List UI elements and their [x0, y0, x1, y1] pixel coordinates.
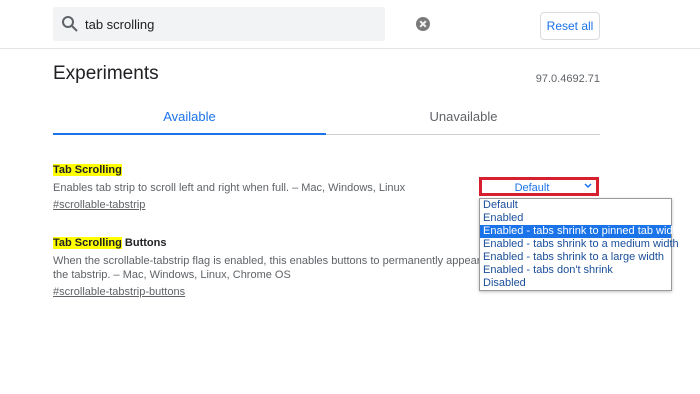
experiment-description: Enables tab strip to scroll left and rig…	[53, 182, 406, 194]
experiment-select[interactable]: Default	[479, 177, 599, 196]
tab-available[interactable]: Available	[53, 109, 326, 124]
active-tab-indicator	[53, 133, 326, 135]
experiment-description-line2: the tabstrip. – Mac, Windows, Linux, Chr…	[53, 269, 291, 281]
reset-all-button[interactable]: Reset all	[540, 12, 600, 40]
experiment-title: Tab Scrolling Buttons	[53, 237, 166, 249]
dropdown-option[interactable]: Enabled	[480, 212, 671, 225]
experiment-link[interactable]: #scrollable-tabstrip	[53, 199, 145, 211]
page-title: Experiments	[53, 63, 159, 84]
search-icon	[62, 16, 78, 32]
experiment-link[interactable]: #scrollable-tabstrip-buttons	[53, 286, 185, 298]
search-bar[interactable]	[53, 7, 430, 41]
flags-page: Reset all Experiments 97.0.4692.71 Avail…	[0, 0, 700, 394]
top-bar: Reset all	[0, 0, 700, 49]
version-label: 97.0.4692.71	[535, 73, 600, 85]
tab-unavailable[interactable]: Unavailable	[327, 109, 600, 124]
dropdown-option[interactable]: Enabled - tabs shrink to a large width	[480, 251, 671, 264]
select-value: Default	[514, 182, 550, 194]
search-highlight: Tab Scrolling	[53, 164, 122, 176]
experiment-title: Tab Scrolling	[53, 164, 122, 176]
dropdown-option[interactable]: Enabled - tabs don't shrink	[480, 264, 671, 277]
dropdown-option[interactable]: Default	[480, 199, 671, 212]
dropdown-option[interactable]: Disabled	[480, 277, 671, 290]
dropdown-option-highlighted[interactable]: Enabled - tabs shrink to pinned tab widt…	[480, 225, 682, 238]
search-input[interactable]	[85, 13, 375, 35]
select-dropdown: Default Enabled Enabled - tabs shrink to…	[479, 198, 682, 291]
chevron-down-icon	[584, 183, 592, 189]
clear-icon[interactable]	[416, 17, 430, 31]
search-highlight: Tab Scrolling	[53, 237, 122, 249]
experiment-description-line1: When the scrollable-tabstrip flag is ena…	[53, 255, 496, 267]
dropdown-option[interactable]: Enabled - tabs shrink to a medium width	[480, 238, 679, 251]
experiment-title-rest: Buttons	[121, 237, 167, 249]
